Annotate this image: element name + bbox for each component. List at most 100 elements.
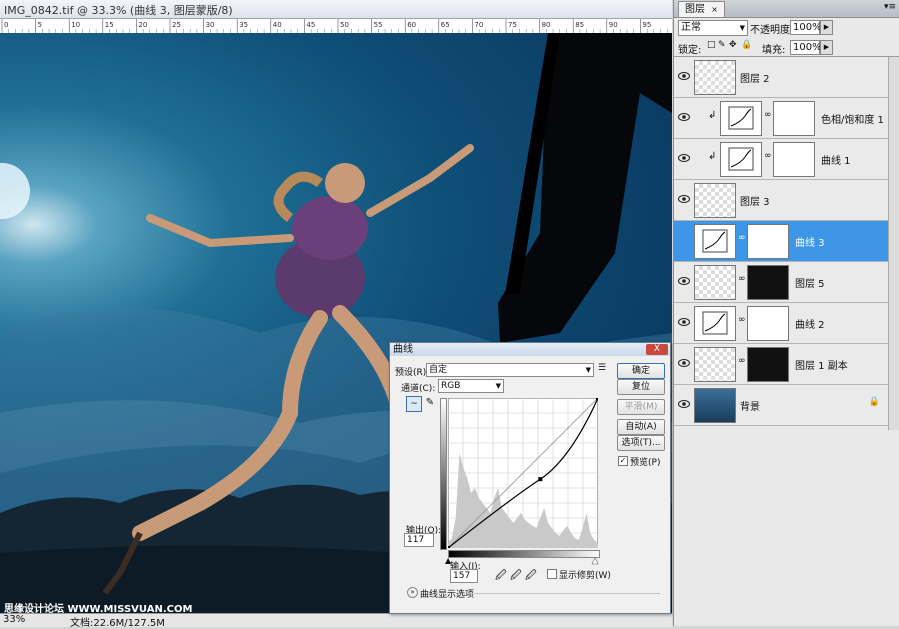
preset-options-icon[interactable]: ☰ [598, 363, 606, 373]
layer-name: 图层 1 副本 [795, 361, 848, 372]
eye-icon[interactable] [678, 317, 690, 327]
fill-label: 填充: [762, 45, 786, 56]
blend-mode-value: 正常 [681, 22, 701, 33]
ruler-tick-label: 0 [4, 21, 8, 29]
layer-mask-thumbnail[interactable] [773, 142, 815, 177]
layer-list[interactable]: 图层 2 ↲ ∞ 色相/饱和度 1 ↲ ∞ 曲线 1 图层 3 ∞ 曲线 3 ∞ 图层 5 ∞ 曲线 2 ∞… [674, 57, 888, 426]
white-point-slider-icon[interactable]: ▲ [592, 556, 599, 566]
layer-row[interactable]: 图层 3 [674, 180, 888, 221]
adjustment-thumbnail-icon [720, 101, 762, 136]
channel-value: RGB [441, 381, 461, 391]
link-icon[interactable]: ∞ [738, 356, 746, 366]
lock-all-icon[interactable]: 🔒 [741, 40, 752, 50]
layer-mask-thumbnail[interactable] [747, 306, 789, 341]
document-tab[interactable]: IMG_0842.tif @ 33.3% (曲线 3, 图层蒙版/8) [0, 0, 672, 19]
eye-icon[interactable] [678, 153, 690, 163]
eye-icon[interactable] [678, 71, 690, 81]
curve-control-point[interactable] [448, 546, 450, 548]
link-icon[interactable]: ∞ [764, 151, 772, 161]
link-icon[interactable]: ∞ [738, 274, 746, 284]
eye-icon[interactable] [678, 399, 690, 409]
fill-field[interactable]: 100% [790, 40, 822, 55]
gray-eyedropper-icon[interactable]: 🖉 [510, 567, 522, 586]
layer-mask-thumbnail[interactable] [747, 224, 789, 259]
lock-position-icon[interactable]: ✥ [729, 40, 737, 50]
curve-display-options-label[interactable]: 曲线显示选项 [420, 587, 474, 600]
layer-row[interactable]: ∞ 曲线 2 [674, 303, 888, 344]
pencil-tool-icon[interactable]: ✎ [423, 396, 437, 410]
ruler-tick-label: 45 [306, 21, 315, 29]
ruler-tick-label: 85 [575, 21, 584, 29]
layers-panel: 图层 × ▾≡ 正常 ▼ 不透明度: 100% ▶ 锁定: □ ✎ ✥ 🔒 填充… [673, 0, 899, 626]
show-clipping-checkbox[interactable] [547, 569, 557, 579]
lock-transparent-icon[interactable]: □ [707, 40, 716, 50]
ruler-tick-label: 70 [474, 21, 483, 29]
input-field[interactable]: 157 [450, 569, 478, 583]
eye-icon[interactable] [678, 276, 690, 286]
layer-row[interactable]: 图层 2 [674, 57, 888, 98]
ruler-tick-label: 30 [206, 21, 215, 29]
link-icon[interactable]: ∞ [764, 110, 772, 120]
document-size[interactable]: 文档:22.6M/127.5M [70, 614, 165, 629]
preview-checkbox[interactable]: ✓ [618, 456, 628, 466]
layers-scrollbar[interactable] [888, 57, 899, 430]
curves-dialog-titlebar[interactable]: 曲线 X [390, 343, 670, 356]
fill-arrow-icon[interactable]: ▶ [820, 40, 833, 55]
ruler-tick-label: 80 [542, 21, 551, 29]
layer-thumbnail [694, 60, 736, 95]
layer-name: 图层 2 [740, 74, 770, 85]
blend-mode-select[interactable]: 正常 ▼ [678, 20, 748, 36]
white-eyedropper-icon[interactable]: 🖉 [525, 567, 537, 586]
curve-control-point[interactable] [596, 398, 598, 400]
panel-menu-icon[interactable]: ▾≡ [884, 2, 896, 12]
expand-options-icon[interactable]: » [407, 587, 418, 598]
link-icon[interactable]: ∞ [738, 233, 746, 243]
opacity-arrow-icon[interactable]: ▶ [820, 20, 833, 35]
opacity-field[interactable]: 100% [790, 20, 822, 35]
lock-image-icon[interactable]: ✎ [718, 40, 726, 50]
channel-label: 通道(C): [401, 384, 436, 394]
ok-button[interactable]: 确定 [617, 363, 665, 379]
layer-mask-thumbnail[interactable] [747, 347, 789, 382]
eye-icon[interactable] [678, 358, 690, 368]
eye-icon[interactable] [678, 194, 690, 204]
layer-row[interactable]: ↲ ∞ 色相/饱和度 1 [674, 98, 888, 139]
adjustment-thumbnail-icon [720, 142, 762, 177]
reset-button[interactable]: 复位 [617, 379, 665, 395]
curve-edit-tool-icon[interactable]: ~ [406, 396, 422, 412]
close-icon[interactable]: X [646, 344, 668, 355]
layer-mask-thumbnail[interactable] [747, 265, 789, 300]
preset-select[interactable]: 自定 ▼ [426, 363, 594, 377]
close-icon[interactable]: × [711, 5, 718, 14]
opacity-label: 不透明度: [750, 25, 794, 36]
ruler-tick-label: 60 [407, 21, 416, 29]
layer-thumbnail [694, 388, 736, 423]
curve-control-point[interactable] [538, 477, 543, 482]
eye-icon[interactable] [678, 235, 690, 245]
ruler-tick-label: 50 [340, 21, 349, 29]
horizontal-ruler[interactable]: 0 5 10 15 20 25 30 35 40 45 50 55 60 65 70 75 80 85 90 95 [0, 19, 672, 34]
tab-layers[interactable]: 图层 × [678, 1, 725, 17]
black-eyedropper-icon[interactable]: 🖉 [495, 567, 507, 586]
layer-row[interactable]: ∞ 图层 1 副本 [674, 344, 888, 385]
layer-row[interactable]: ∞ 曲线 3 [674, 221, 888, 262]
layers-tabbar: 图层 × ▾≡ [674, 0, 899, 18]
layer-mask-thumbnail[interactable] [773, 101, 815, 136]
channel-select[interactable]: RGB ▼ [438, 379, 504, 393]
adjustment-thumbnail-icon [694, 224, 736, 259]
eye-icon[interactable] [678, 112, 690, 122]
curves-dialog[interactable]: 曲线 X 预设(R): 自定 ▼ ☰ 通道(C): RGB ▼ ~ ✎ ▲ ▲ … [389, 342, 671, 614]
layer-row[interactable]: ∞ 图层 5 [674, 262, 888, 303]
layer-row[interactable]: ↲ ∞ 曲线 1 [674, 139, 888, 180]
smooth-button[interactable]: 平滑(M) [617, 399, 665, 415]
lock-row: 锁定: □ ✎ ✥ 🔒 填充: 100% ▶ [674, 38, 899, 57]
zoom-level[interactable]: 33% [3, 614, 25, 625]
adjustment-thumbnail-icon [694, 306, 736, 341]
auto-button[interactable]: 自动(A) [617, 419, 665, 435]
link-icon[interactable]: ∞ [738, 315, 746, 325]
layer-name: 曲线 2 [795, 320, 825, 331]
output-field[interactable]: 117 [404, 533, 434, 547]
curves-graph[interactable] [448, 398, 598, 548]
options-button[interactable]: 选项(T)... [617, 435, 665, 451]
layer-row[interactable]: 背景 🔒 [674, 385, 888, 426]
